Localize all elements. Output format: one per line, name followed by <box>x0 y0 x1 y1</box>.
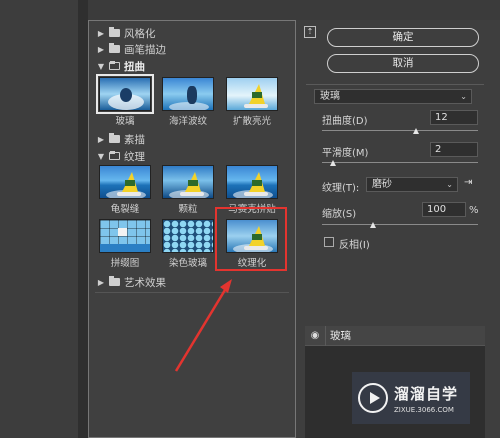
chevron-down-icon: ⌄ <box>460 92 467 101</box>
scaling-unit: % <box>469 205 479 216</box>
folder-icon <box>109 133 120 143</box>
thumbnail-label: 玻璃 <box>115 116 135 127</box>
eye-icon[interactable]: ◉ <box>305 330 325 341</box>
thumbnail-image <box>226 165 278 199</box>
open-folder-icon <box>109 151 120 160</box>
invert-label: 反相(I) <box>339 240 370 251</box>
texture-label: 纹理(T): <box>322 183 360 194</box>
watermark-url: ZIXUE.3066.COM <box>394 405 454 414</box>
category-texture[interactable]: ▼ 纹理 <box>89 148 295 164</box>
scaling-slider-track[interactable] <box>322 224 478 225</box>
ok-button[interactable]: 确定 <box>327 28 479 47</box>
annotation-arrow-icon <box>174 279 232 372</box>
expand-arrow-icon: ▶ <box>97 28 105 38</box>
watermark-text: 溜溜自学 ZIXUE.3066.COM <box>394 383 458 414</box>
category-brush-strokes[interactable]: ▶ 画笔描边 <box>89 41 295 57</box>
filter-thumb-stained-glass[interactable]: 染色玻璃 <box>162 219 214 269</box>
filter-thumb-grain[interactable]: 颗粒 <box>162 165 214 215</box>
category-label: 素描 <box>124 133 145 146</box>
category-label: 画笔描边 <box>124 43 166 56</box>
thumbnail-image <box>96 74 154 114</box>
texture-select[interactable]: 磨砂 ⌄ <box>366 177 458 192</box>
filter-thumb-glass[interactable]: 玻璃 <box>96 74 154 127</box>
play-logo-icon <box>358 383 388 413</box>
preview-scroll-strip <box>78 0 88 438</box>
collapse-gallery-button[interactable]: ⇡ <box>304 26 316 38</box>
thumbnail-image <box>162 219 214 253</box>
filter-params: 玻璃 ⌄ 扭曲度(D) 12 平滑度(M) 2 纹理(T): 磨砂 ⌄ ⇥ 缩放… <box>306 84 484 264</box>
thumbnail-label: 颗粒 <box>178 204 198 215</box>
scaling-slider-knob[interactable] <box>370 222 377 228</box>
annotation-highlight-box <box>215 207 287 271</box>
effect-layer-row[interactable]: ◉ 玻璃 <box>305 325 485 346</box>
expand-arrow-icon: ▶ <box>97 277 105 287</box>
thumbnail-label: 拼缀图 <box>110 258 140 269</box>
thumbnail-label: 扩散亮光 <box>232 116 271 127</box>
distortion-slider-track[interactable] <box>322 130 478 131</box>
distortion-input[interactable]: 12 <box>430 110 478 125</box>
filter-select-value: 玻璃 <box>320 91 340 102</box>
filter-thumb-ocean-ripple[interactable]: 海洋波纹 <box>162 77 214 127</box>
folder-icon <box>109 43 120 53</box>
collapse-arrow-icon: ▼ <box>97 61 105 71</box>
collapse-arrow-icon: ▼ <box>97 151 105 161</box>
distortion-slider-knob[interactable] <box>412 128 419 134</box>
chevron-down-icon: ⌄ <box>446 180 453 189</box>
thumbnail-image <box>162 77 214 111</box>
thumbnail-image <box>99 165 151 199</box>
category-label: 风格化 <box>124 27 156 40</box>
effect-layer-name: 玻璃 <box>325 325 351 346</box>
expand-arrow-icon: ▶ <box>97 134 105 144</box>
thumbnail-label: 染色玻璃 <box>168 258 207 269</box>
filter-thumb-mosaic-tiles[interactable]: 马赛克拼贴 <box>226 165 278 215</box>
category-label: 艺术效果 <box>124 276 166 289</box>
texture-select-value: 磨砂 <box>372 179 392 190</box>
filter-thumb-patchwork[interactable]: 拼缀图 <box>99 219 151 269</box>
scaling-input[interactable]: 100 <box>422 202 466 217</box>
watermark: 溜溜自学 ZIXUE.3066.COM <box>352 372 470 424</box>
invert-checkbox[interactable] <box>324 237 334 247</box>
watermark-title: 溜溜自学 <box>394 384 459 403</box>
thumbnail-image <box>99 219 151 253</box>
filter-thumb-craquelure[interactable]: 龟裂缝 <box>99 165 151 215</box>
thumbnail-label: 海洋波纹 <box>168 116 207 127</box>
category-stylize[interactable]: ▶ 风格化 <box>89 25 295 41</box>
thumbnail-label: 龟裂缝 <box>110 204 140 215</box>
thumbnail-image <box>226 77 278 111</box>
scaling-label: 缩放(S) <box>322 209 357 220</box>
thumbnail-image <box>162 165 214 199</box>
category-label: 扭曲 <box>124 60 145 73</box>
smoothness-label: 平滑度(M) <box>322 148 369 159</box>
smoothness-input[interactable]: 2 <box>430 142 478 157</box>
folder-icon <box>109 276 120 286</box>
filter-select[interactable]: 玻璃 ⌄ <box>314 89 472 104</box>
smoothness-slider-knob[interactable] <box>329 160 336 166</box>
category-label: 纹理 <box>124 150 145 163</box>
cancel-button[interactable]: 取消 <box>327 54 479 73</box>
preview-area <box>0 0 78 438</box>
expand-arrow-icon: ▶ <box>97 44 105 54</box>
filter-thumb-diffuse-glow[interactable]: 扩散亮光 <box>226 77 278 127</box>
smoothness-slider-track[interactable] <box>322 162 478 163</box>
folder-icon <box>109 27 120 37</box>
distortion-label: 扭曲度(D) <box>322 116 368 127</box>
texture-menu-icon[interactable]: ⇥ <box>464 177 472 188</box>
open-folder-icon <box>109 61 120 70</box>
category-sketch[interactable]: ▶ 素描 <box>89 131 295 147</box>
category-distort[interactable]: ▼ 扭曲 <box>89 58 295 74</box>
